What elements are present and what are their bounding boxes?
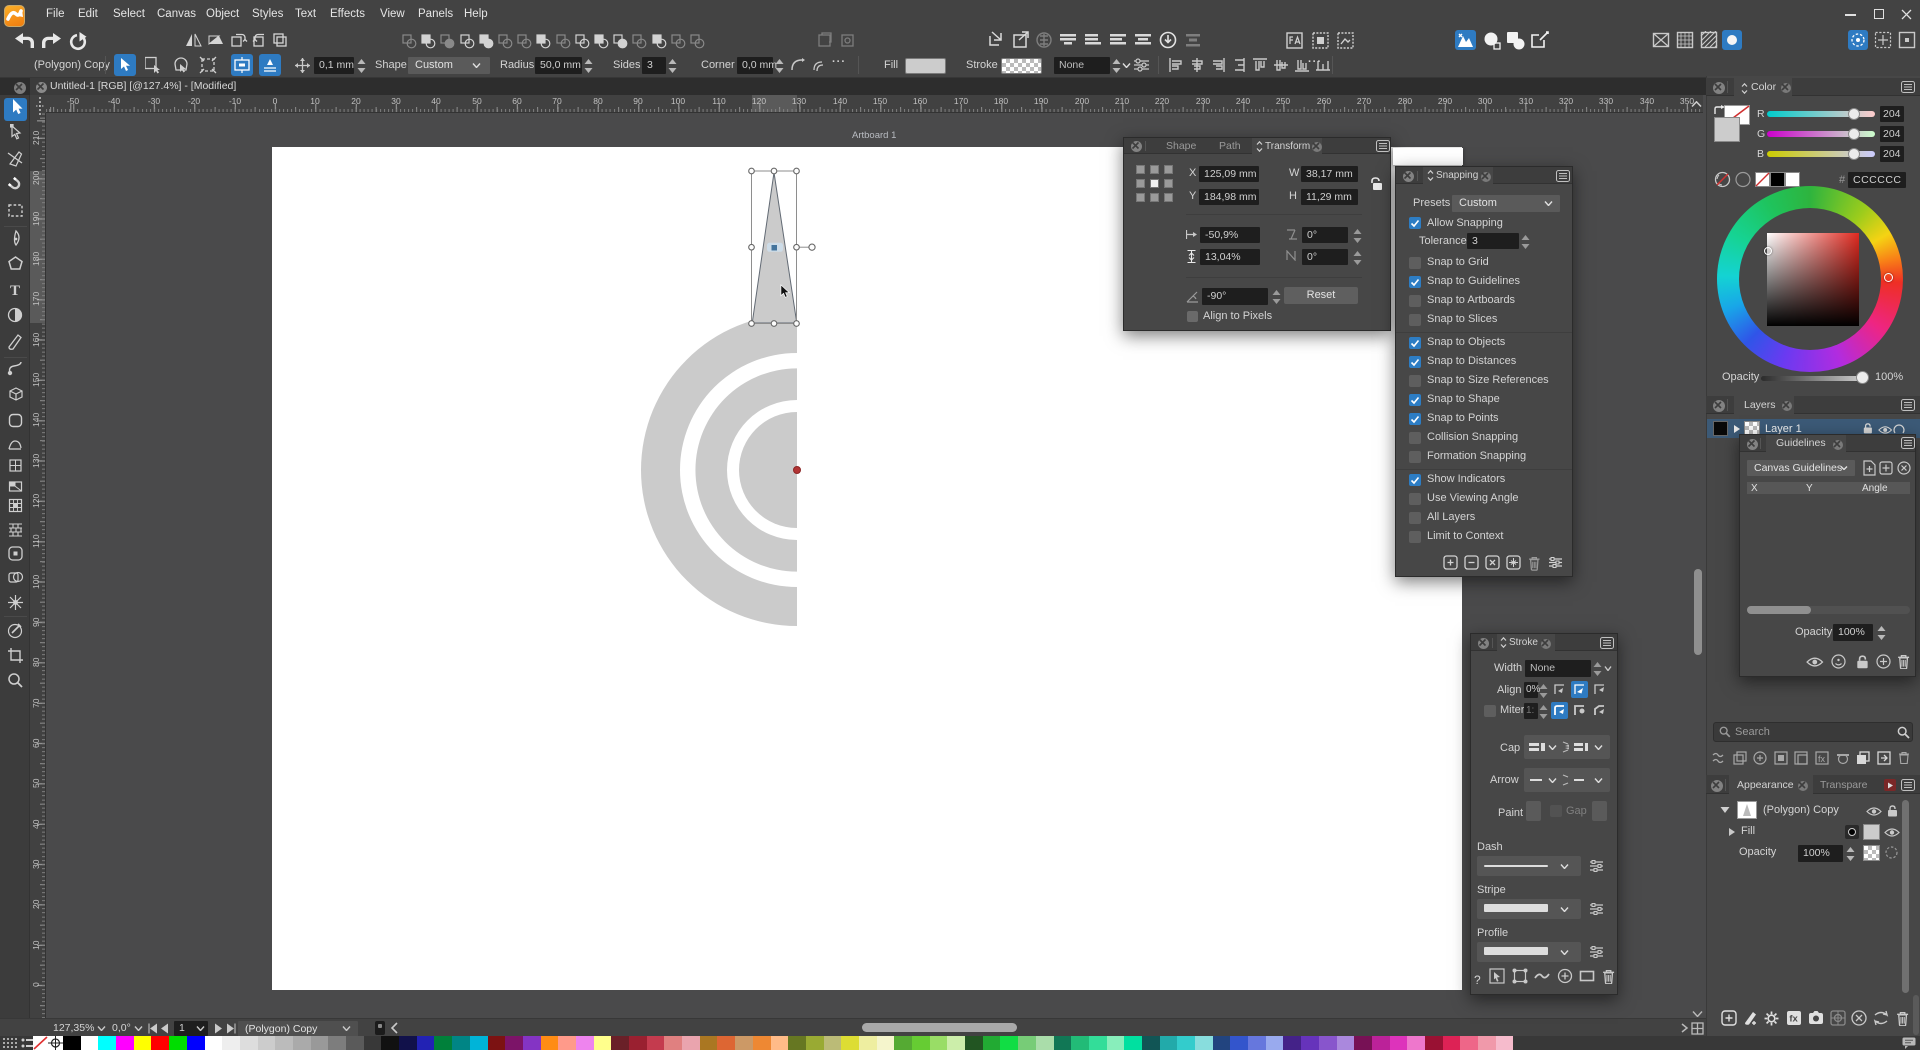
svg-text:fx: fx <box>1818 754 1826 764</box>
svg-text:fx: fx <box>1789 1014 1798 1025</box>
svg-text:T: T <box>10 283 20 299</box>
